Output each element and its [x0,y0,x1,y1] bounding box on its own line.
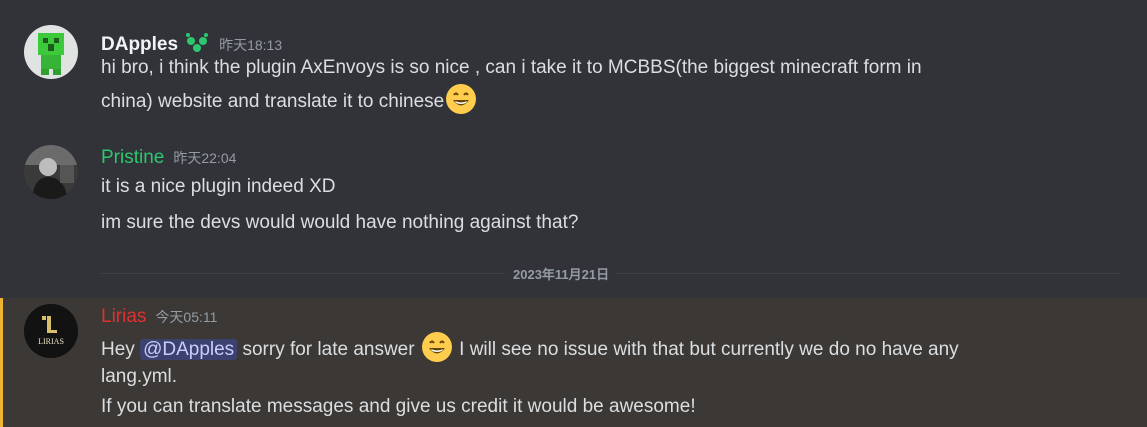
message-text: Hey [101,339,141,360]
date-divider: 2023年11月21日 [505,264,618,283]
avatar-lirias[interactable]: LIRIAS [24,304,78,358]
message-text: sorry for late answer [237,339,420,360]
message-line: im sure the devs would would have nothin… [101,212,579,233]
grinning-face-emoji [421,332,452,362]
message-line: If you can translate messages and give u… [101,396,696,417]
message-line: lang.yml. [101,366,178,387]
lirias-logo-icon: LIRIAS [24,304,78,358]
leaf-badge-icon [184,32,210,54]
creeper-avatar-icon [24,25,78,79]
message-line: hi bro, i think the plugin AxEnvoys is s… [101,57,922,78]
person-avatar-icon [24,145,78,199]
message-text: I will see no issue with that but curren… [453,339,959,360]
avatar-pristine[interactable] [24,145,78,199]
message-text: china) website and translate it to chine… [101,91,445,112]
avatar-dapples[interactable] [24,25,78,79]
message-line: it is a nice plugin indeed XD [101,176,336,197]
username-pristine[interactable]: Pristine [101,147,164,169]
timestamp[interactable]: 昨天22:04 [173,148,236,168]
username-lirias[interactable]: Lirias [101,306,146,328]
message-line-with-emoji: china) website and translate it to chine… [101,84,478,117]
timestamp[interactable]: 今天05:11 [155,307,217,327]
grinning-face-emoji [446,84,477,114]
user-mention[interactable]: @DApples [140,339,238,360]
message-line-with-mention: Hey @DApples sorry for late answer I wil… [101,332,959,365]
avatar-text: LIRIAS [38,337,64,346]
timestamp[interactable]: 昨天18:13 [219,35,282,55]
